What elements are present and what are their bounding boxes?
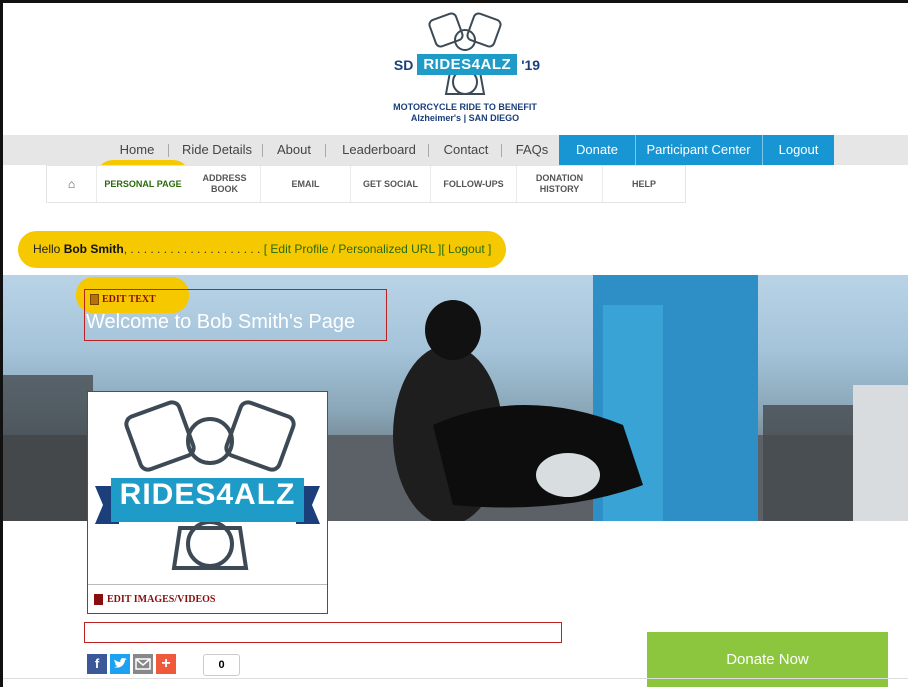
nav-logout[interactable]: Logout xyxy=(763,135,834,165)
logo-year: '19 xyxy=(521,56,541,73)
facebook-share-icon[interactable]: f xyxy=(87,654,107,674)
edit-images-icon xyxy=(94,594,103,605)
subtab-personal-page[interactable]: PERSONAL PAGE xyxy=(97,166,189,202)
nav-divider xyxy=(168,144,169,157)
site-logo[interactable]: SD RIDES4ALZ '19 MOTORCYCLE RIDE TO BENE… xyxy=(380,10,550,128)
card-banner-text: RIDES4ALZ xyxy=(119,478,296,511)
email-share-icon[interactable] xyxy=(133,654,153,674)
nav-ride-details[interactable]: Ride Details xyxy=(173,135,261,165)
envelope-icon xyxy=(135,658,151,670)
personal-url-field[interactable] xyxy=(84,622,562,643)
nav-participant-center[interactable]: Participant Center xyxy=(636,135,761,165)
edit-text-label: EDIT TEXT xyxy=(102,294,156,305)
nav-divider xyxy=(428,144,429,157)
logo-subtitle: MOTORCYCLE RIDE TO BENEFIT xyxy=(393,102,537,112)
welcome-heading: Welcome to Bob Smith's Page xyxy=(86,311,356,333)
edit-text-icon xyxy=(90,294,99,305)
edit-profile-logout-links[interactable]: [ Edit Profile / Personalized URL ][ Log… xyxy=(264,242,492,256)
subtab-follow-ups[interactable]: FOLLOW-UPS xyxy=(431,166,517,202)
edit-images-button[interactable]: EDIT IMAGES/VIDEOS xyxy=(94,594,215,605)
nav-divider xyxy=(325,144,326,157)
twitter-share-icon[interactable] xyxy=(110,654,130,674)
nav-divider xyxy=(262,144,263,157)
subtab-donation-history[interactable]: DONATION HISTORY xyxy=(517,166,603,202)
subtab-help[interactable]: HELP xyxy=(603,166,685,202)
card-divider xyxy=(88,584,327,585)
subtab-address-book[interactable]: ADDRESS BOOK xyxy=(189,166,261,202)
addthis-share-icon[interactable]: + xyxy=(156,654,176,674)
greeting-hello: Hello xyxy=(33,242,64,256)
greeting-name: Bob Smith xyxy=(63,242,124,256)
logo-name: RIDES4ALZ xyxy=(417,54,518,75)
logo-alz-text: Alzheimer's | SAN DIEGO xyxy=(410,113,520,123)
nav-faqs[interactable]: FAQs xyxy=(507,135,557,165)
edit-text-button[interactable]: EDIT TEXT xyxy=(90,294,156,305)
subtab-home[interactable]: ⌂ xyxy=(47,166,97,202)
greeting-text: Hello Bob Smith, . . . . . . . . . . . .… xyxy=(33,242,491,256)
edit-images-label: EDIT IMAGES/VIDEOS xyxy=(107,594,216,605)
bottom-divider xyxy=(3,678,908,679)
home-icon: ⌂ xyxy=(67,176,76,191)
greeting-dots: , . . . . . . . . . . . . . . . . . . . … xyxy=(123,242,264,256)
logo-sd-text: SD xyxy=(393,56,414,73)
participant-subtabs: ⌂ PERSONAL PAGE ADDRESS BOOK EMAIL GET S… xyxy=(46,165,686,203)
nav-donate[interactable]: Donate xyxy=(559,135,635,165)
nav-contact[interactable]: Contact xyxy=(433,135,499,165)
subtab-email[interactable]: EMAIL xyxy=(261,166,351,202)
twitter-bird-icon xyxy=(114,658,127,668)
nav-divider xyxy=(501,144,502,157)
subtab-get-social[interactable]: GET SOCIAL xyxy=(351,166,431,202)
nav-leaderboard[interactable]: Leaderboard xyxy=(331,135,427,165)
share-count: 0 xyxy=(203,654,240,676)
nav-about[interactable]: About xyxy=(267,135,321,165)
